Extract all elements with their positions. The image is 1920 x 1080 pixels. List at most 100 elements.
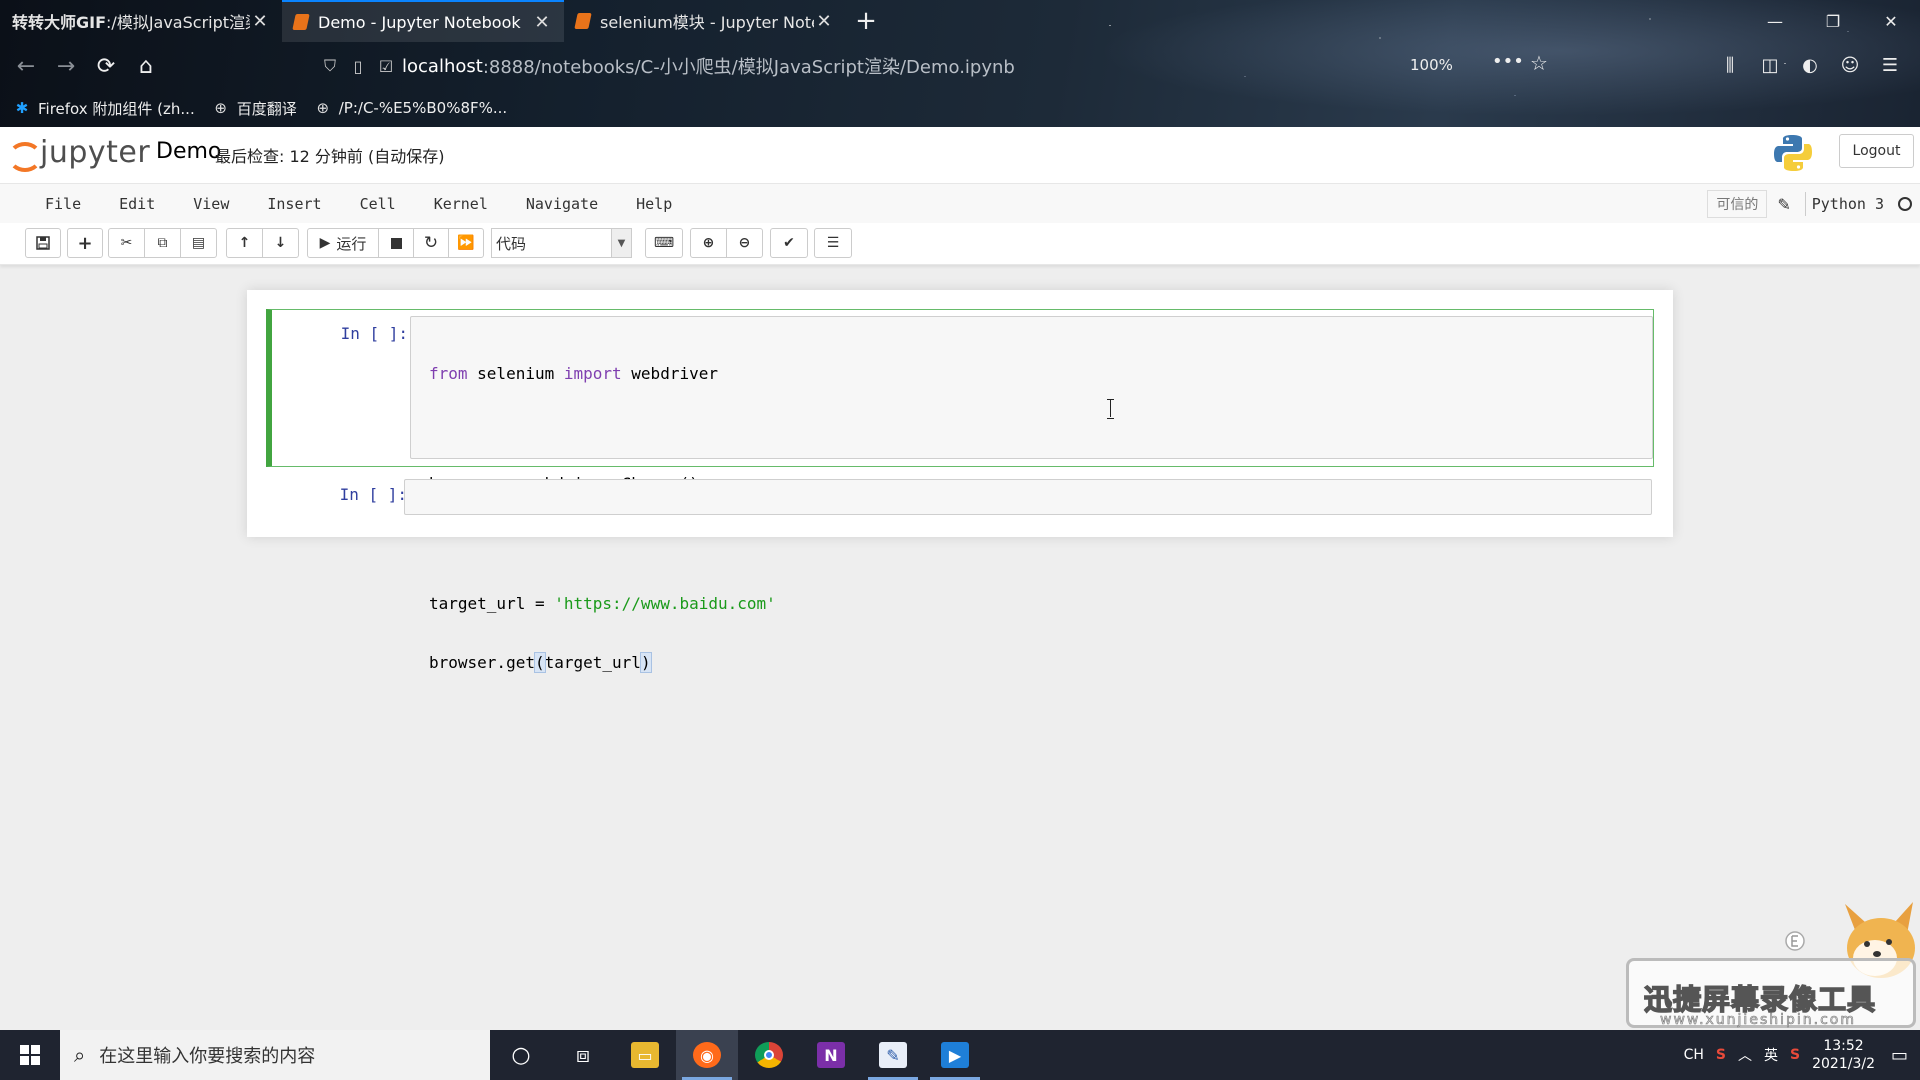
- interrupt-button[interactable]: [378, 228, 414, 258]
- kernel-idle-icon: [1898, 197, 1912, 211]
- command-palette-button[interactable]: ⌨: [645, 228, 683, 258]
- system-tray: CH S ︿ 英 S 13:52 2021/3/2 ▭: [1684, 1030, 1920, 1080]
- move-down-button[interactable]: ↓: [262, 228, 299, 258]
- extension-icon[interactable]: ◐: [1790, 47, 1830, 83]
- logout-button[interactable]: Logout: [1839, 134, 1914, 168]
- start-button[interactable]: [0, 1030, 60, 1080]
- close-icon[interactable]: ✕: [532, 12, 552, 33]
- menu-view[interactable]: View: [174, 195, 248, 213]
- jupyter-logo[interactable]: jupyter: [6, 135, 151, 172]
- sidebar-icon[interactable]: ◫: [1750, 47, 1790, 83]
- cortana-button[interactable]: ○: [490, 1030, 552, 1080]
- menu-edit[interactable]: Edit: [100, 195, 174, 213]
- trusted-badge[interactable]: 可信的: [1707, 190, 1768, 218]
- save-button[interactable]: [25, 228, 61, 258]
- close-icon[interactable]: ✕: [250, 11, 270, 32]
- recorder-app[interactable]: ▶: [924, 1030, 986, 1080]
- editor-icon: ✎: [879, 1042, 907, 1068]
- run-button[interactable]: ▶ 运行: [307, 228, 379, 258]
- restore-button[interactable]: ❐: [1804, 0, 1862, 42]
- firefox-app[interactable]: ◉: [676, 1030, 738, 1080]
- tab-gif[interactable]: 转转大师GIF:/模拟JavaScript渲染 ✕: [0, 0, 282, 42]
- back-button[interactable]: ←: [6, 48, 46, 84]
- menu-insert[interactable]: Insert: [248, 195, 340, 213]
- sogou-icon[interactable]: S: [1716, 1047, 1726, 1063]
- text-cursor-icon: [1106, 399, 1116, 419]
- url-host: localhost: [402, 55, 483, 77]
- task-view-button[interactable]: ⧈: [552, 1030, 614, 1080]
- permissions-icon[interactable]: ☑: [374, 57, 398, 76]
- home-button[interactable]: ⌂: [126, 48, 166, 84]
- notification-icon[interactable]: ▭: [1891, 1045, 1908, 1066]
- zoom-out-button[interactable]: ⊖: [726, 228, 763, 258]
- menu-help[interactable]: Help: [617, 195, 691, 213]
- move-up-button[interactable]: ↑: [226, 228, 263, 258]
- windows-logo-icon: [20, 1045, 40, 1065]
- copy-button[interactable]: ⧉: [144, 228, 181, 258]
- clock[interactable]: 13:52 2021/3/2: [1812, 1037, 1875, 1073]
- zoom-level[interactable]: 100%: [1410, 56, 1453, 74]
- menu-cell[interactable]: Cell: [341, 195, 415, 213]
- more-actions-button[interactable]: •••: [1492, 51, 1524, 72]
- cell-type-value: 代码: [496, 234, 527, 253]
- url-bar[interactable]: ⛉ ▯ ☑ localhost:8888/notebooks/C-小小爬虫/模拟…: [318, 49, 1548, 83]
- code-cell-empty[interactable]: In [ ]:: [266, 471, 1654, 521]
- tray-input-mode[interactable]: 英: [1764, 1045, 1778, 1065]
- taskbar-search[interactable]: ⌕ 在这里输入你要搜索的内容: [60, 1030, 490, 1080]
- cell-type-select[interactable]: 代码 ▼: [491, 228, 632, 258]
- run-label: 运行: [336, 234, 367, 253]
- chrome-app[interactable]: [738, 1030, 800, 1080]
- forward-button[interactable]: →: [46, 48, 86, 84]
- tray-language[interactable]: CH: [1684, 1047, 1704, 1063]
- menu-navigate[interactable]: Navigate: [507, 195, 617, 213]
- reload-button[interactable]: ⟳: [86, 48, 126, 84]
- task-view-icon: ⧈: [576, 1042, 590, 1068]
- close-icon[interactable]: ✕: [814, 11, 834, 32]
- bookmark-star-icon[interactable]: ☆: [1530, 51, 1548, 75]
- play-icon: ▶: [319, 235, 331, 251]
- recorder-watermark: 迅捷屏幕录像工具 www.xunjieshipin.com: [1620, 900, 1920, 1030]
- validate-button[interactable]: ✔: [770, 228, 808, 258]
- code-editor-empty[interactable]: [404, 479, 1652, 515]
- minimize-button[interactable]: —: [1746, 0, 1804, 42]
- code-cell-selected[interactable]: In [ ]: from selenium import webdriver b…: [266, 309, 1654, 673]
- tab-title: selenium模块 - Jupyter Notebook: [600, 13, 814, 32]
- page-icon[interactable]: ▯: [346, 57, 370, 76]
- shield-icon[interactable]: ⛉: [318, 56, 342, 76]
- paste-button[interactable]: ▤: [180, 228, 217, 258]
- menu-bar: File Edit View Insert Cell Kernel Naviga…: [0, 183, 1920, 223]
- close-window-button[interactable]: ✕: [1862, 0, 1920, 42]
- new-tab-button[interactable]: +: [846, 0, 886, 42]
- jupyter-logo-text: jupyter: [40, 135, 151, 170]
- tab-selenium[interactable]: selenium模块 - Jupyter Notebook ✕: [564, 0, 846, 42]
- pencil-icon[interactable]: ✎: [1777, 195, 1790, 214]
- account-icon[interactable]: ☺: [1830, 47, 1870, 83]
- tab-bar: 转转大师GIF:/模拟JavaScript渲染 ✕ Demo - Jupyter…: [0, 0, 1920, 42]
- code-editor[interactable]: from selenium import webdriver browser =…: [410, 316, 1653, 673]
- bookmark-local-path[interactable]: ⊕ /P:/C-%E5%B0%8F%...: [313, 98, 507, 118]
- notebook-name[interactable]: Demo: [156, 139, 221, 164]
- clock-time: 13:52: [1823, 1038, 1864, 1054]
- menu-file[interactable]: File: [26, 195, 100, 213]
- sogou-icon[interactable]: S: [1790, 1047, 1800, 1063]
- globe-icon: ⊕: [316, 99, 330, 117]
- restart-run-all-button[interactable]: ⏩: [448, 228, 484, 258]
- menu-kernel[interactable]: Kernel: [415, 195, 507, 213]
- restart-kernel-button[interactable]: ↻: [413, 228, 449, 258]
- menu-icon[interactable]: ☰: [1870, 47, 1910, 83]
- onenote-app[interactable]: N: [800, 1030, 862, 1080]
- zoom-in-button[interactable]: ⊕: [690, 228, 727, 258]
- chrome-icon: [755, 1042, 783, 1068]
- editor-app[interactable]: ✎: [862, 1030, 924, 1080]
- insert-cell-button[interactable]: +: [67, 228, 103, 258]
- jupyter-header: jupyter Demo 最后检查: 12 分钟前 (自动保存) Logout: [0, 127, 1920, 183]
- code-line-1: from selenium import webdriver: [429, 364, 718, 383]
- tab-demo[interactable]: Demo - Jupyter Notebook ✕: [282, 0, 564, 42]
- toc-button[interactable]: ☰: [814, 228, 852, 258]
- chevron-up-icon[interactable]: ︿: [1738, 1045, 1752, 1065]
- file-explorer-app[interactable]: ▭: [614, 1030, 676, 1080]
- cut-button[interactable]: ✂: [108, 228, 145, 258]
- library-icon[interactable]: ⫼: [1710, 47, 1750, 83]
- bookmark-firefox-addons[interactable]: ✱ Firefox 附加组件 (zh...: [12, 98, 195, 119]
- bookmark-baidu-translate[interactable]: ⊕ 百度翻译: [211, 98, 296, 119]
